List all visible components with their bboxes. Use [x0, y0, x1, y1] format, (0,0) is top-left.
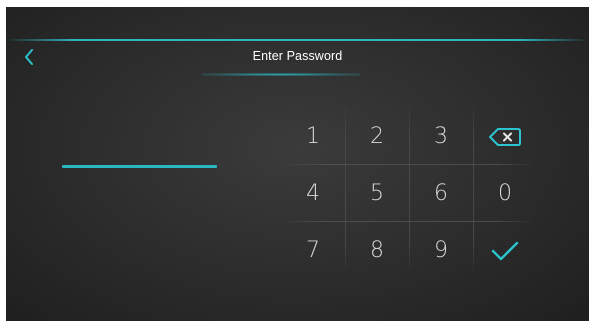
- backspace-icon: [489, 127, 521, 146]
- key-1[interactable]: 1: [282, 108, 344, 165]
- key-5[interactable]: 5: [346, 165, 408, 222]
- checkmark-icon: [491, 241, 519, 260]
- confirm-button[interactable]: [474, 222, 536, 279]
- screen-frame: Enter Password 1 2 3 4 5 6 0 7 8 9: [6, 7, 589, 321]
- title-underline: [202, 73, 360, 76]
- backspace-button[interactable]: [474, 108, 536, 165]
- page-title: Enter Password: [252, 49, 343, 63]
- key-2[interactable]: 2: [346, 108, 408, 165]
- password-field[interactable]: [62, 135, 217, 165]
- numeric-keypad: 1 2 3 4 5 6 0 7 8 9: [282, 103, 534, 275]
- key-0[interactable]: 0: [474, 165, 536, 222]
- header-divider: [6, 39, 589, 41]
- key-7[interactable]: 7: [282, 222, 344, 279]
- key-3[interactable]: 3: [410, 108, 472, 165]
- key-6[interactable]: 6: [410, 165, 472, 222]
- key-9[interactable]: 9: [410, 222, 472, 279]
- key-4[interactable]: 4: [282, 165, 344, 222]
- key-8[interactable]: 8: [346, 222, 408, 279]
- password-field-underline: [62, 165, 217, 168]
